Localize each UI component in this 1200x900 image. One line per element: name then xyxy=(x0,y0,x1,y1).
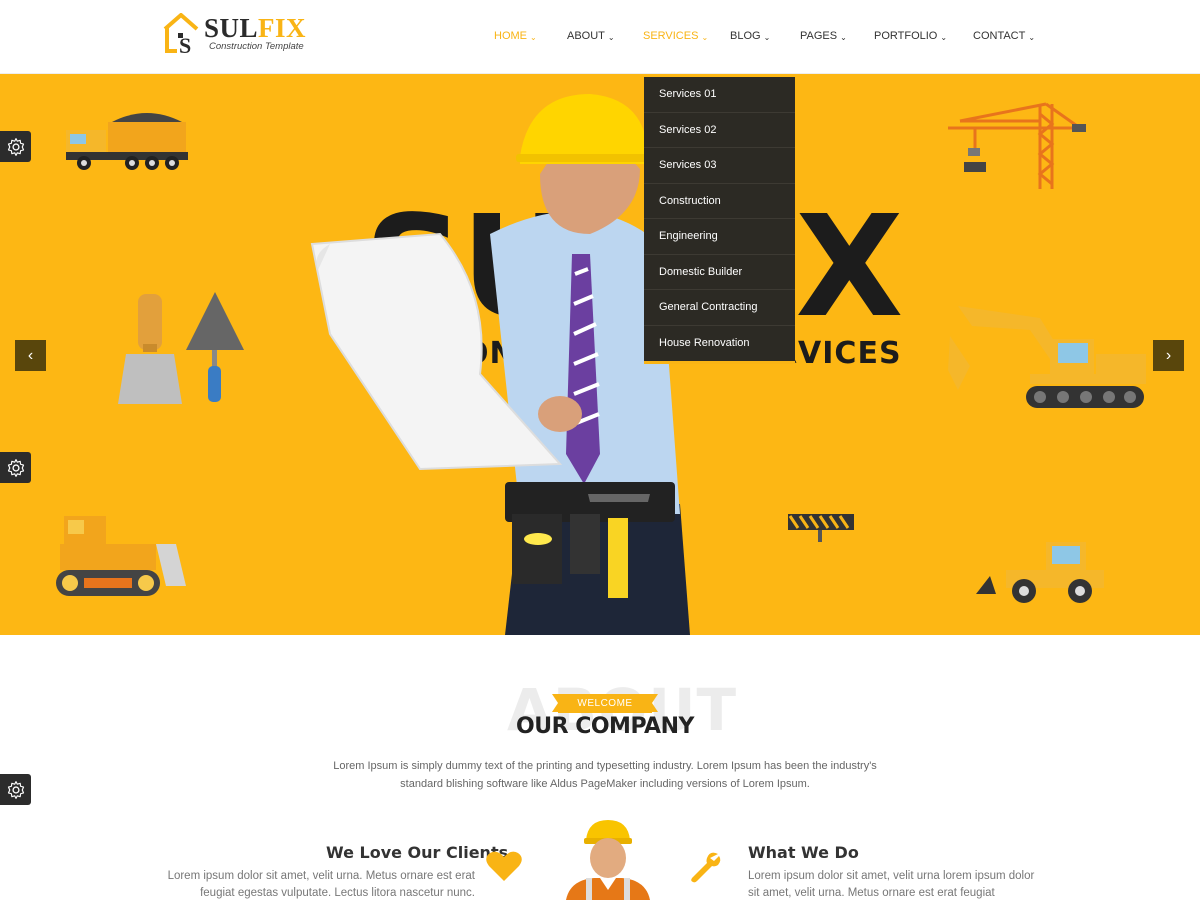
dropdown-item-services-03[interactable]: Services 03 xyxy=(644,148,795,184)
chevron-down-icon: ⌄ xyxy=(701,32,709,42)
ribbon-tail-right xyxy=(652,694,658,712)
wrench-icon xyxy=(691,852,721,883)
nav-blog[interactable]: BLOG ⌄ xyxy=(730,30,800,42)
crane-icon xyxy=(948,102,1086,189)
gear-icon xyxy=(7,137,24,156)
settings-gear-button[interactable] xyxy=(0,774,31,805)
heart-icon xyxy=(486,851,522,881)
gear-icon xyxy=(7,458,24,477)
tools-icon xyxy=(118,292,244,404)
dropdown-item-services-02[interactable]: Services 02 xyxy=(644,113,795,148)
dropdown-item-house-renovation[interactable]: House Renovation xyxy=(644,326,795,362)
dropdown-item-domestic-builder[interactable]: Domestic Builder xyxy=(644,255,795,290)
logo-house-icon: S xyxy=(163,12,199,58)
dropdown-item-engineering[interactable]: Engineering xyxy=(644,219,795,255)
nav-services[interactable]: SERVICES ⌄ xyxy=(643,30,730,42)
engineer-figure xyxy=(310,94,690,635)
chevron-left-icon: ‹ xyxy=(27,346,34,364)
logo-wordmark: SULFIX xyxy=(204,13,307,43)
chevron-right-icon: › xyxy=(1165,346,1172,364)
feature-text-what-we-do: Lorem ipsum dolor sit amet, velit urna l… xyxy=(748,870,1035,899)
bulldozer-icon xyxy=(56,516,186,596)
site-logo[interactable]: S SULFIX Construction Template xyxy=(162,12,307,58)
nav-about[interactable]: ABOUT ⌄ xyxy=(567,30,643,42)
main-nav: HOME ⌄ ABOUT ⌄ SERVICES ⌄ BLOG ⌄ PAGES ⌄ PORT… xyxy=(494,0,1043,72)
chevron-down-icon: ⌄ xyxy=(530,32,537,42)
dump-truck-icon xyxy=(66,113,188,170)
dropdown-item-general-contracting[interactable]: General Contracting xyxy=(644,290,795,326)
services-dropdown-menu: Services 01 Services 02 Services 03 Cons… xyxy=(644,77,795,364)
settings-gear-button[interactable] xyxy=(0,452,31,483)
welcome-ribbon: WELCOME xyxy=(558,694,652,713)
dropdown-item-construction[interactable]: Construction xyxy=(644,184,795,219)
feature-title-clients: We Love Our Clients xyxy=(326,843,509,862)
about-section-title: OUR COMPANY xyxy=(516,714,694,739)
chevron-down-icon: ⌄ xyxy=(1028,32,1036,42)
settings-gear-button[interactable] xyxy=(0,131,31,162)
feature-title-what-we-do: What We Do xyxy=(748,843,859,862)
dropdown-item-services-01[interactable]: Services 01 xyxy=(644,77,795,113)
excavator-icon xyxy=(948,306,1146,408)
nav-home[interactable]: HOME ⌄ xyxy=(494,30,567,42)
logo-tagline: Construction Template xyxy=(209,41,304,52)
nav-pages[interactable]: PAGES ⌄ xyxy=(800,30,874,42)
slider-next-button[interactable]: › xyxy=(1153,340,1184,371)
road-barrier-icon xyxy=(788,514,854,542)
nav-portfolio[interactable]: PORTFOLIO ⌄ xyxy=(874,30,973,42)
nav-contact[interactable]: CONTACT ⌄ xyxy=(973,30,1043,42)
chevron-down-icon: ⌄ xyxy=(840,32,847,42)
hero-illustrations xyxy=(56,94,1146,635)
loader-icon xyxy=(976,542,1104,603)
feature-text-clients: Lorem ipsum dolor sit amet, velit urna. … xyxy=(167,870,475,899)
hero-slider: SULFIX CONSTRUCTION SERVICES xyxy=(0,74,1200,635)
slider-prev-button[interactable]: ‹ xyxy=(15,340,46,371)
svg-text:S: S xyxy=(179,33,191,55)
worker-avatar xyxy=(566,820,650,900)
chevron-down-icon: ⌄ xyxy=(940,32,948,42)
gear-icon xyxy=(7,780,24,799)
about-section-description: Lorem Ipsum is simply dummy text of the … xyxy=(333,760,877,790)
chevron-down-icon: ⌄ xyxy=(607,32,615,42)
site-header: S SULFIX Construction Template HOME ⌄ ABO… xyxy=(0,0,1200,74)
chevron-down-icon: ⌄ xyxy=(763,32,771,42)
